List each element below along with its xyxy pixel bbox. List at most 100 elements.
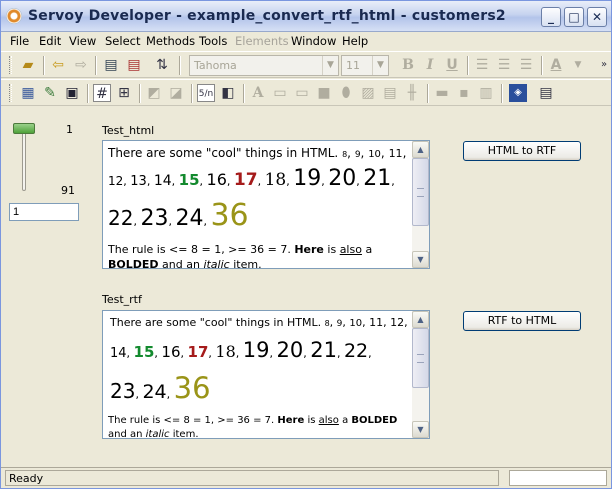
italic-button[interactable]: I — [421, 56, 439, 74]
menu-window[interactable]: Window — [291, 34, 336, 48]
minimize-button[interactable]: _ — [541, 7, 561, 27]
status-progress-area — [509, 470, 607, 486]
servoy-app-icon — [6, 8, 22, 24]
shape-tool-icon[interactable]: ⬮ — [337, 84, 355, 102]
test-rtf-label: Test_rtf — [102, 293, 142, 306]
image-tool-icon[interactable]: ▨ — [359, 84, 377, 102]
menu-select[interactable]: Select — [105, 34, 140, 48]
chevron-down-icon[interactable]: ▼ — [569, 56, 587, 74]
menu-bar: File Edit View Select Methods Tools Elem… — [1, 32, 611, 50]
window-title: Servoy Developer - example_convert_rtf_h… — [28, 8, 506, 24]
text-line: There are some "cool" things in HTML. 8,… — [108, 146, 407, 160]
toolbar-separator — [427, 84, 429, 103]
align-left-icon[interactable]: ☰ — [473, 56, 491, 74]
menu-help[interactable]: Help — [342, 34, 368, 48]
same-width-icon[interactable]: ▬ — [433, 84, 451, 102]
send-backward-icon[interactable]: ◪ — [167, 84, 185, 102]
form-icon[interactable]: ▦ — [19, 84, 37, 102]
scroll-up-button[interactable]: ▲ — [412, 141, 429, 158]
title-bar: Servoy Developer - example_convert_rtf_h… — [1, 1, 611, 32]
maximize-button[interactable]: □ — [564, 7, 584, 27]
label-tool-icon[interactable]: A — [249, 84, 267, 102]
text-line: The rule is <= 8 = 1, >= 36 = 7. Here is… — [108, 243, 373, 269]
method-icon[interactable]: ◧ — [219, 84, 237, 102]
text-line: 14, 15, 16, 17, 18, 19, 20, 21, 22, — [110, 338, 372, 362]
html-to-rtf-button[interactable]: HTML to RTF — [463, 141, 581, 161]
font-family-select[interactable]: Tahoma ▼ — [189, 55, 339, 76]
underline-button[interactable]: U — [443, 56, 461, 74]
test-html-scrollbar[interactable]: ▲ ▼ — [412, 141, 429, 268]
sort-icon[interactable]: ⇅ — [153, 56, 171, 74]
portal-tool-icon[interactable]: ▤ — [381, 84, 399, 102]
design-toolbar: ▦ ✎ ▣ # ⊞ ◩ ◪ 5/n ◧ A ▭ ▭ ■ ⬮ ▨ ▤ ╫ ▬ ▪ … — [1, 79, 611, 106]
tabpanel-tool-icon[interactable]: ╫ — [403, 84, 421, 102]
text-line: The rule is <= 8 = 1, >= 36 = 7. Here is… — [108, 415, 398, 439]
bring-forward-icon[interactable]: ◩ — [145, 84, 163, 102]
chevron-down-icon[interactable]: ▼ — [372, 56, 388, 75]
back-arrow-icon[interactable]: ⇦ — [49, 56, 67, 74]
toolbar-separator — [95, 56, 97, 75]
grid-icon[interactable]: # — [93, 84, 111, 102]
font-family-value: Tahoma — [194, 59, 237, 72]
toolbar-separator — [43, 56, 45, 75]
menu-edit[interactable]: Edit — [39, 34, 61, 48]
toolbar-separator — [541, 56, 543, 75]
scroll-down-button[interactable]: ▼ — [412, 251, 429, 268]
font-size-slider-thumb[interactable] — [13, 123, 35, 134]
delete-table-icon[interactable]: ▤ — [125, 56, 143, 74]
menu-tools[interactable]: Tools — [199, 34, 227, 48]
toolbar-separator — [87, 84, 89, 103]
snap-grid-icon[interactable]: ⊞ — [115, 84, 133, 102]
scroll-up-button[interactable]: ▲ — [412, 311, 429, 328]
toolbar-separator — [501, 84, 503, 103]
distribute-icon[interactable]: ▥ — [477, 84, 495, 102]
menu-methods[interactable]: Methods — [146, 34, 195, 48]
save-icon[interactable]: ▣ — [63, 84, 81, 102]
scroll-thumb[interactable] — [412, 328, 429, 388]
help-icon[interactable]: ◈ — [509, 84, 527, 102]
scroll-down-button[interactable]: ▼ — [412, 421, 429, 438]
close-button[interactable]: ✕ — [587, 7, 607, 27]
toolbar-separator — [467, 56, 469, 75]
align-right-icon[interactable]: ☰ — [517, 56, 535, 74]
button-tool-icon[interactable]: ▭ — [293, 84, 311, 102]
toolbar-grip[interactable] — [9, 56, 12, 74]
slider-min-label: 1 — [66, 123, 73, 136]
scroll-thumb[interactable] — [412, 158, 429, 226]
test-html-label: Test_html — [102, 124, 155, 137]
font-size-select[interactable]: 11 ▼ — [341, 55, 389, 76]
calculation-icon[interactable]: 5/n — [197, 84, 215, 102]
formatting-toolbar: ▰ ⇦ ⇨ ▤ ▤ ⇅ Tahoma ▼ 11 ▼ B I U ☰ ☰ ☰ A … — [1, 51, 611, 78]
rtf-to-html-button[interactable]: RTF to HTML — [463, 311, 581, 331]
bold-button[interactable]: B — [399, 56, 417, 74]
test-html-field[interactable]: There are some "cool" things in HTML. 8,… — [102, 140, 430, 269]
open-folder-icon[interactable]: ▰ — [19, 56, 37, 74]
font-color-icon[interactable]: A — [547, 56, 565, 74]
test-rtf-content: There are some "cool" things in HTML. 8,… — [108, 312, 429, 439]
test-rtf-field[interactable]: There are some "cool" things in HTML. 8,… — [102, 310, 430, 439]
chevron-down-icon[interactable]: ▼ — [322, 56, 338, 75]
toolbar-separator — [139, 84, 141, 103]
properties-icon[interactable]: ▤ — [537, 84, 555, 102]
text-line: There are some "cool" things in HTML. 8,… — [110, 315, 429, 330]
menu-elements[interactable]: Elements — [235, 34, 289, 48]
menu-view[interactable]: View — [69, 34, 96, 48]
new-table-icon[interactable]: ▤ — [102, 56, 120, 74]
text-line: 22, 23, 24, 36 — [108, 198, 249, 233]
rectangle-tool-icon[interactable]: ■ — [315, 84, 333, 102]
app-window: Servoy Developer - example_convert_rtf_h… — [0, 0, 612, 489]
test-rtf-scrollbar[interactable]: ▲ ▼ — [412, 311, 429, 438]
toolbar-grip[interactable] — [9, 84, 12, 102]
font-size-slider-track[interactable] — [22, 129, 26, 191]
menu-file[interactable]: File — [10, 34, 29, 48]
toolbar-overflow-icon[interactable]: » — [595, 56, 612, 74]
toolbar-separator — [191, 84, 193, 103]
textfield-tool-icon[interactable]: ▭ — [271, 84, 289, 102]
toolbar-separator — [179, 56, 181, 75]
slider-value-input[interactable] — [9, 203, 79, 221]
same-height-icon[interactable]: ▪ — [455, 84, 473, 102]
edit-form-icon[interactable]: ✎ — [41, 84, 59, 102]
forward-arrow-icon[interactable]: ⇨ — [72, 56, 90, 74]
align-center-icon[interactable]: ☰ — [495, 56, 513, 74]
slider-max-label: 91 — [61, 184, 75, 197]
